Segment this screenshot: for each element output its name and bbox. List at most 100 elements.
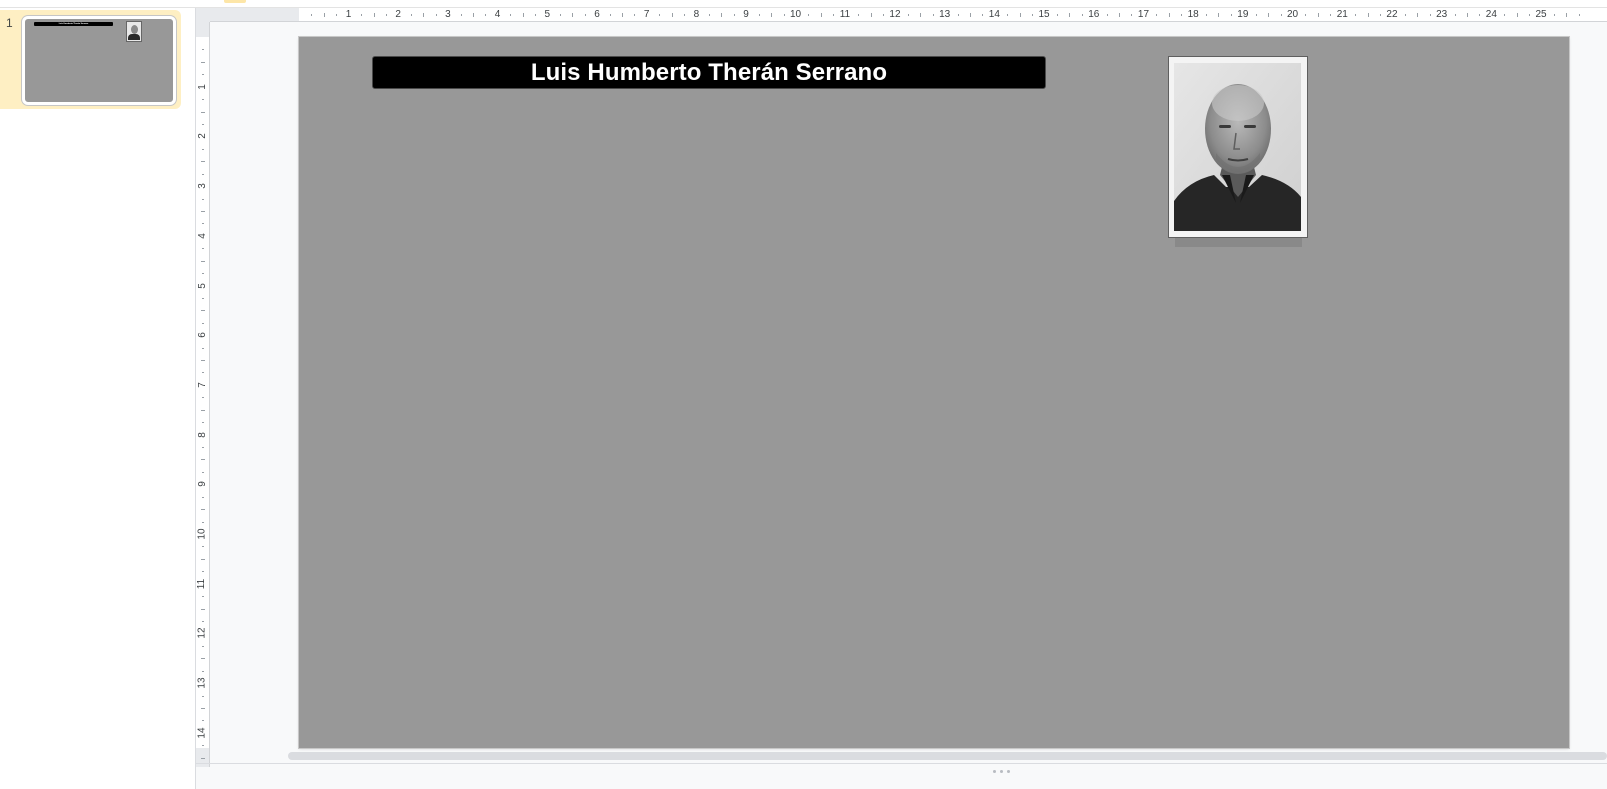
ruler-label: 18 — [1187, 9, 1199, 20]
ruler-label: 7 — [643, 9, 650, 20]
ruler-label: 15 — [1038, 9, 1050, 20]
ruler-tick — [201, 310, 205, 312]
ruler-tick — [201, 757, 205, 759]
ruler-tick — [1280, 14, 1282, 16]
ruler-tick — [201, 608, 205, 610]
ruler-label: 6 — [196, 332, 208, 338]
ruler-tick — [882, 14, 884, 16]
toolbar-active-hint — [224, 0, 246, 3]
ruler-tick — [559, 14, 561, 16]
ruler-label: 1 — [345, 9, 352, 20]
ruler-tick — [907, 14, 909, 16]
ruler-tick — [820, 13, 822, 17]
ruler-label: 6 — [594, 9, 600, 20]
filmstrip-slide-1[interactable]: 1 Luis Humberto Therán Serrano — [0, 10, 181, 109]
ruler-tick — [535, 14, 537, 16]
ruler-tick — [423, 13, 425, 17]
ruler-tick — [684, 14, 686, 16]
ruler-tick — [771, 13, 773, 17]
ruler-tick — [709, 14, 711, 16]
ruler-tick — [870, 13, 872, 17]
ruler-tick — [1479, 14, 1481, 16]
ruler-tick — [1268, 13, 1270, 17]
ruler-tick — [202, 74, 204, 76]
ruler-label: 12 — [889, 9, 901, 20]
ruler-tick — [435, 14, 437, 16]
slide-thumbnail[interactable]: Luis Humberto Therán Serrano — [22, 16, 176, 105]
ruler-tick — [1007, 14, 1009, 16]
ruler-label: 10 — [196, 528, 208, 540]
ruler-corner — [196, 8, 210, 22]
ruler-tick — [1056, 14, 1058, 16]
ruler-tick — [1516, 13, 1518, 17]
ruler-label: 9 — [743, 9, 749, 20]
ruler-tick — [201, 509, 205, 511]
ruler-label: 4 — [196, 233, 208, 239]
ruler-tick — [1404, 14, 1406, 16]
ruler-tick — [522, 13, 524, 17]
ruler-tick — [1206, 14, 1208, 16]
ruler-tick — [1504, 14, 1506, 16]
slide-canvas[interactable]: Luis Humberto Therán Serrano — [299, 37, 1569, 748]
ruler-tick — [1355, 14, 1357, 16]
vertical-ruler[interactable]: 1 2 3 4 5 6 7 8 9 10 11 12 13 14 — [196, 22, 210, 767]
ruler-label: 22 — [1386, 9, 1398, 20]
toolbar-edge — [0, 0, 1607, 8]
horizontal-scrollbar[interactable] — [288, 752, 1607, 760]
ruler-tick — [201, 707, 205, 709]
ruler-label: 4 — [494, 9, 501, 20]
ruler-tick — [202, 695, 204, 697]
ruler-tick — [202, 372, 204, 374]
ruler-tick — [202, 273, 204, 275]
ruler-tick — [1106, 14, 1108, 16]
slide-title: Luis Humberto Therán Serrano — [530, 58, 888, 86]
ruler-label: 7 — [196, 382, 208, 388]
ruler-tick — [202, 123, 204, 125]
ruler-tick — [659, 14, 661, 16]
thumbnail-photo — [126, 21, 142, 42]
ruler-tick — [202, 173, 204, 175]
ruler-label: 5 — [544, 9, 551, 20]
ruler-label: 21 — [1336, 9, 1348, 20]
ruler-tick — [1305, 14, 1307, 16]
ruler-tick — [1255, 14, 1257, 16]
ruler-tick — [1069, 13, 1071, 17]
ruler-tick — [584, 14, 586, 16]
ruler-tick — [202, 49, 204, 51]
ruler-tick — [323, 13, 325, 17]
ruler-label: 11 — [196, 578, 208, 589]
ruler-tick — [920, 13, 922, 17]
ruler-tick — [1317, 13, 1319, 17]
ruler-tick — [202, 670, 204, 672]
ruler-tick — [202, 521, 204, 523]
ruler-tick — [572, 13, 574, 17]
ruler-tick — [202, 620, 204, 622]
ruler-tick — [201, 210, 205, 212]
ruler-tick — [201, 459, 205, 461]
ruler-tick — [1429, 14, 1431, 16]
photo-shadow — [1175, 238, 1302, 247]
ruler-label: 20 — [1287, 9, 1299, 20]
ruler-label: 3 — [196, 183, 208, 189]
ruler-tick — [201, 360, 205, 362]
ruler-tick — [201, 61, 205, 63]
ruler-tick — [201, 409, 205, 411]
ruler-label: 1 — [196, 83, 208, 90]
ruler-tick — [1131, 14, 1133, 16]
ruler-label: 10 — [790, 9, 802, 20]
ruler-tick — [202, 645, 204, 647]
slides-editor-app: 1 Luis Humberto Therán Serrano 123456789… — [0, 0, 1607, 789]
ruler-label: 16 — [1088, 9, 1100, 20]
title-textbox[interactable]: Luis Humberto Therán Serrano — [372, 56, 1046, 89]
portrait-photo[interactable] — [1168, 56, 1308, 238]
ruler-active-area — [196, 37, 209, 748]
ruler-tick — [1181, 14, 1183, 16]
ruler-tick — [202, 347, 204, 349]
ruler-tick — [1379, 14, 1381, 16]
ruler-tick — [1553, 14, 1555, 16]
editor-divider — [196, 763, 1607, 764]
ruler-tick — [336, 14, 338, 16]
horizontal-ruler[interactable]: 1 2 3 4 5 6 7 8 9 10 11 12 13 14 15 16 17 18 19 20 21 22 23 24 2… — [210, 8, 1607, 22]
ruler-label: 14 — [196, 727, 208, 739]
speaker-notes-resize-handle[interactable] — [989, 768, 1013, 774]
